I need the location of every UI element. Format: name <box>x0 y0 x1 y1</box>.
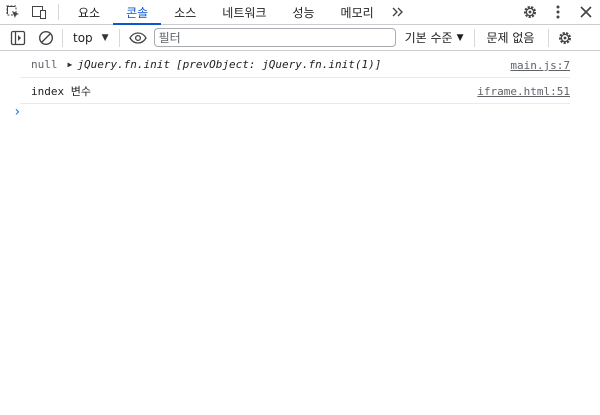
console-toolbar: top ▼ 필터 기본 수준 ▼ 문제 없음 <box>0 25 600 51</box>
object-preview: [prevObject: jQuery.fn.init(1)] <box>176 58 382 71</box>
tabbar-right-actions <box>516 0 600 24</box>
console-message: null ▶ jQuery.fn.init [prevObject: jQuer… <box>20 52 570 78</box>
tab-sources[interactable]: 소스 <box>161 0 209 24</box>
toolbar-separator <box>62 28 63 47</box>
live-expression-eye-icon[interactable] <box>126 26 150 50</box>
context-selector-value: top <box>73 30 93 45</box>
log-levels-label: 기본 수준 <box>404 31 453 45</box>
console-messages: null ▶ jQuery.fn.init [prevObject: jQuer… <box>0 52 600 104</box>
settings-icon[interactable] <box>516 0 544 24</box>
device-toolbar-icon[interactable] <box>26 0 52 24</box>
issues-counter[interactable]: 문제 없음 <box>479 29 545 46</box>
tabbar-separator <box>58 4 59 20</box>
sidebar-toggle-icon[interactable] <box>6 26 30 50</box>
message-text: index 변수 <box>31 84 91 98</box>
message-prefix: null <box>31 58 58 71</box>
tab-elements[interactable]: 요소 <box>65 0 113 24</box>
console-prompt[interactable]: › <box>13 104 21 120</box>
close-icon[interactable] <box>572 0 600 24</box>
more-vert-icon[interactable] <box>544 0 572 24</box>
toolbar-separator <box>473 28 475 47</box>
toolbar-separator <box>548 28 550 47</box>
console-settings-icon[interactable] <box>553 26 577 50</box>
tab-console[interactable]: 콘솔 <box>113 0 162 25</box>
dropdown-caret-icon: ▼ <box>456 32 464 43</box>
dropdown-caret-icon: ▼ <box>101 32 109 43</box>
object-name[interactable]: jQuery.fn.init <box>77 58 170 71</box>
expand-triangle-icon[interactable]: ▶ <box>68 60 73 69</box>
tab-network[interactable]: 네트워크 <box>209 0 279 24</box>
console-message: index 변수 iframe.html:51 <box>20 78 570 104</box>
filter-placeholder: 필터 <box>158 31 181 45</box>
clear-console-icon[interactable] <box>34 26 58 50</box>
toolbar-separator <box>118 28 120 47</box>
context-selector[interactable]: top ▼ <box>67 27 115 49</box>
devtools-tabbar: 요소 콘솔 소스 네트워크 성능 메모리 <box>0 0 600 25</box>
inspect-element-icon[interactable] <box>0 0 26 24</box>
tab-performance[interactable]: 성능 <box>279 0 327 24</box>
log-levels-dropdown[interactable]: 기본 수준 ▼ <box>396 27 470 49</box>
filter-input[interactable]: 필터 <box>153 28 396 47</box>
more-tabs-icon[interactable] <box>387 0 409 24</box>
source-link[interactable]: iframe.html:51 <box>477 85 570 98</box>
tab-memory[interactable]: 메모리 <box>328 0 387 24</box>
source-link[interactable]: main.js:7 <box>510 59 570 72</box>
